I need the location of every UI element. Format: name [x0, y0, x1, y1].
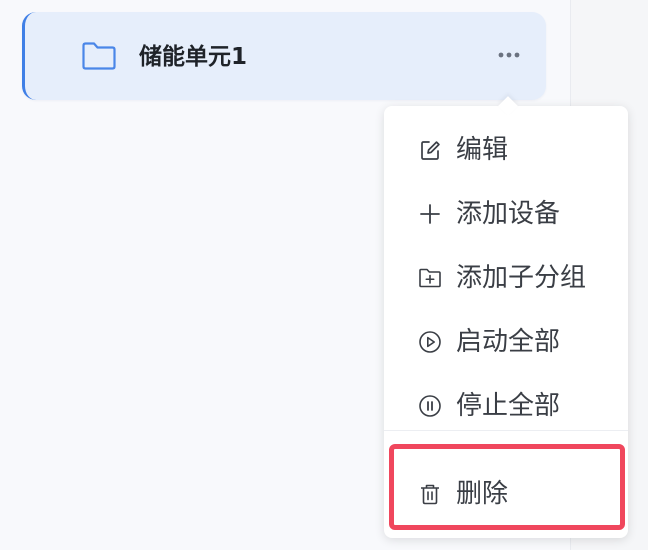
menu-item-label: 添加设备 [456, 199, 561, 229]
menu-item-label: 停止全部 [456, 391, 561, 421]
edit-icon [421, 141, 440, 160]
plus-icon [420, 204, 440, 224]
context-menu: 编辑 添加设备 添加子分组 启动全部 停止全部 删除 [384, 96, 628, 538]
menu-item-start-all[interactable]: 启动全部 [384, 314, 628, 370]
trash-icon [421, 484, 439, 505]
menu-item-label: 添加子分组 [456, 263, 587, 293]
menu-item-edit[interactable]: 编辑 [384, 122, 628, 178]
menu-item-add-device[interactable]: 添加设备 [384, 186, 628, 242]
tree-item-storage-unit[interactable]: 储能单元1 [22, 12, 546, 100]
menu-item-delete[interactable]: 删除 [384, 466, 628, 522]
menu-item-stop-all[interactable]: 停止全部 [384, 378, 628, 434]
folder-icon [82, 42, 116, 70]
menu-divider [384, 430, 628, 431]
folder-add-icon [419, 268, 441, 288]
menu-item-label: 删除 [456, 479, 509, 509]
tree-item-label: 储能单元1 [139, 44, 248, 70]
play-circle-icon [419, 331, 441, 353]
menu-item-label: 启动全部 [456, 327, 561, 357]
pause-circle-icon [419, 395, 441, 417]
menu-item-add-subgroup[interactable]: 添加子分组 [384, 250, 628, 306]
more-horizontal-icon[interactable] [495, 44, 523, 66]
menu-item-label: 编辑 [456, 135, 509, 165]
